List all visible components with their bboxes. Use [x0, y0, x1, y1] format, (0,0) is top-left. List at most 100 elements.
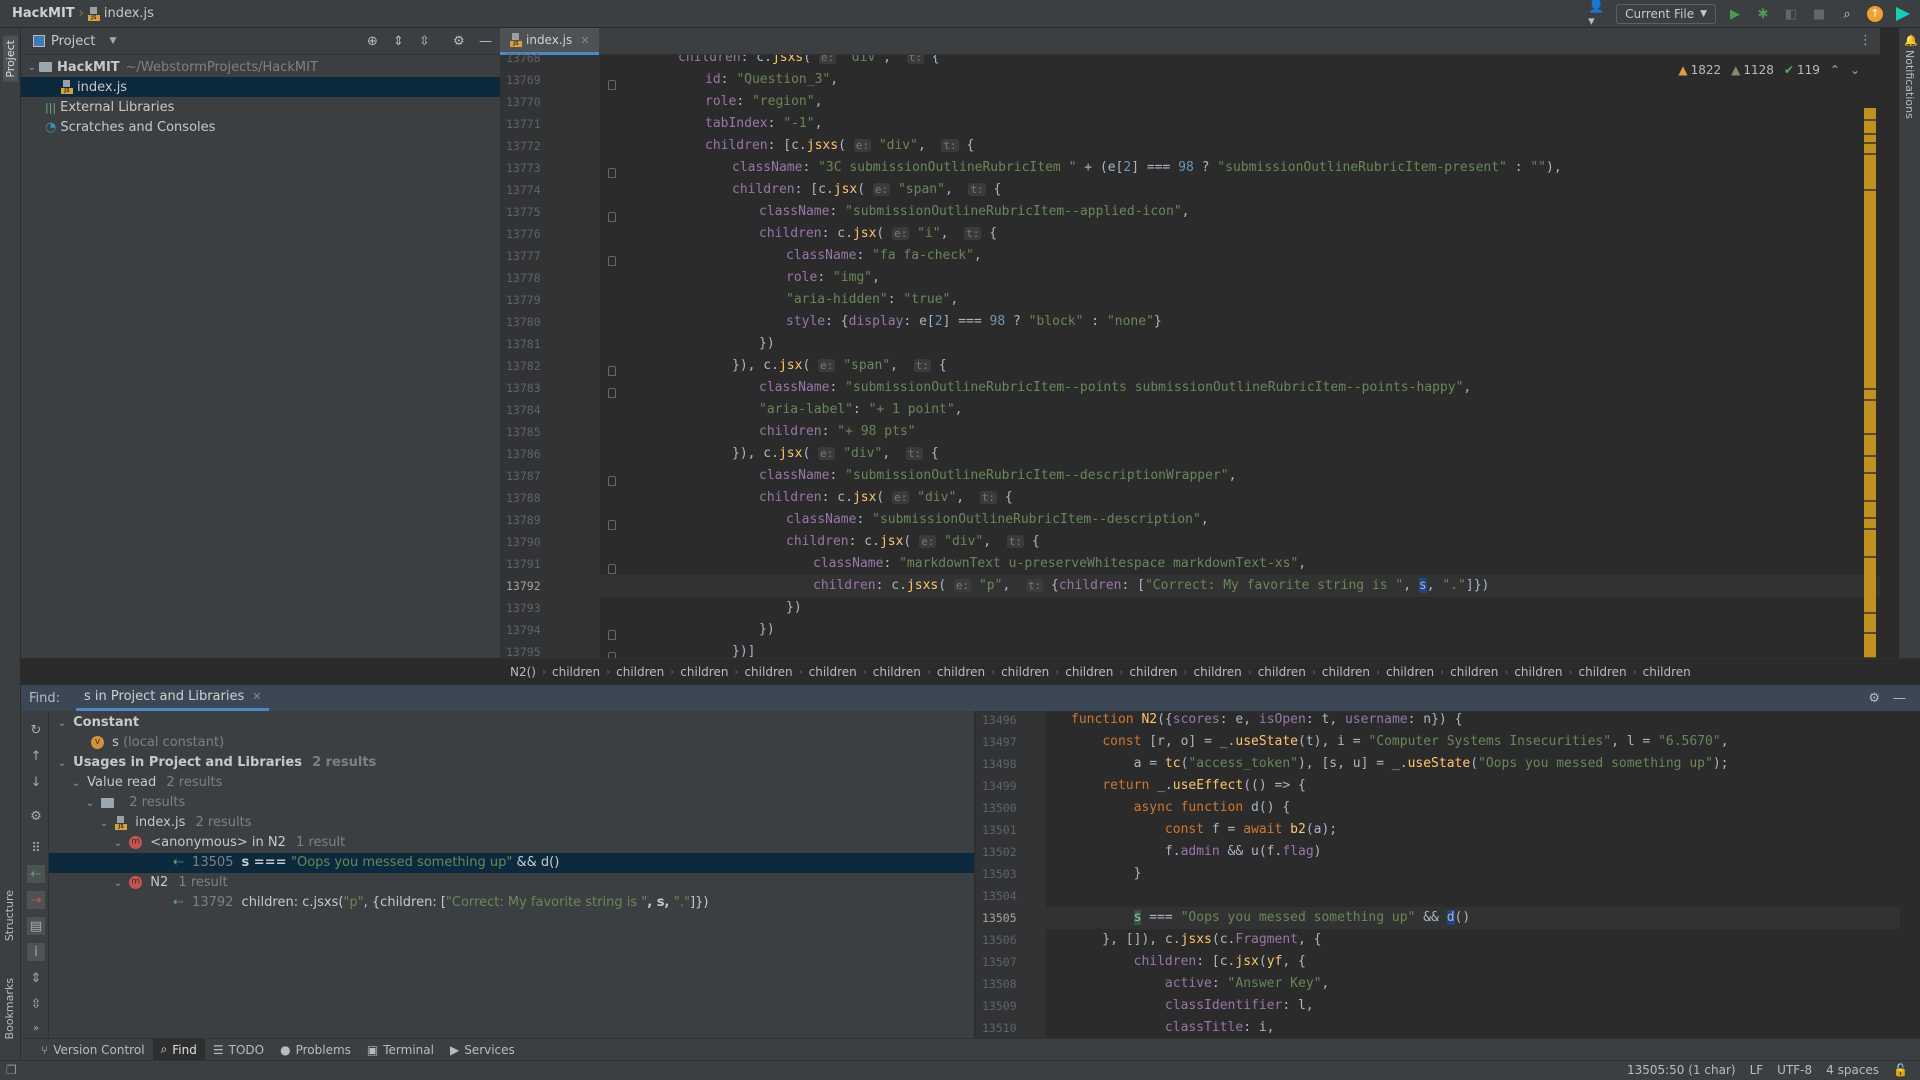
code-area[interactable]: children: c.jsxs( e: "div", t: {id: "Que…	[500, 55, 1880, 658]
tree-node-folder[interactable]: ⌄ 2 results	[49, 793, 974, 813]
inspection-widget[interactable]: ▲ 1822 ▲ 1128 ✔ 119 ⌃ ⌄	[1678, 55, 1880, 85]
lock-icon[interactable]: 🔓	[1893, 1063, 1908, 1077]
error-stripe-mark[interactable]	[1864, 432, 1876, 435]
tree-node-constant-s[interactable]: v s (local constant)	[49, 733, 974, 753]
breadcrumb-item[interactable]: children	[1643, 665, 1691, 679]
breadcrumb-item[interactable]: children	[1258, 665, 1306, 679]
chevron-down-icon[interactable]: ⌄	[111, 874, 125, 894]
locate-icon[interactable]: ⊕	[367, 34, 378, 49]
webstorm-logo-icon[interactable]	[1894, 5, 1912, 23]
error-stripe-mark[interactable]	[1864, 189, 1876, 192]
expand-all-icon[interactable]: ⇕	[393, 34, 404, 49]
chevron-down-icon[interactable]: ⌄	[97, 814, 111, 834]
breadcrumb-item[interactable]: children	[1065, 665, 1113, 679]
tree-item-scratches[interactable]: ◔ Scratches and Consoles	[21, 117, 500, 137]
indent-setting[interactable]: 4 spaces	[1826, 1063, 1879, 1077]
next-highlight-icon[interactable]: ⌄	[1850, 63, 1860, 77]
breadcrumb-item[interactable]: children	[1450, 665, 1498, 679]
chevron-down-icon[interactable]: ⌄	[83, 794, 97, 814]
collapse-all-icon[interactable]: ⇳	[27, 995, 45, 1013]
read-access-icon[interactable]: ⇠	[27, 865, 45, 883]
breadcrumb-item[interactable]: children	[1578, 665, 1626, 679]
tree-node-constant[interactable]: ⌄ Constant	[49, 713, 974, 733]
error-stripe-mark[interactable]	[1864, 516, 1876, 519]
group-by-icon[interactable]: ⠿	[27, 839, 45, 857]
gear-icon[interactable]: ⚙	[1868, 691, 1880, 706]
close-icon[interactable]: ✕	[252, 690, 261, 703]
breadcrumb-item[interactable]: children	[1001, 665, 1049, 679]
search-icon[interactable]: ⌕	[1838, 5, 1856, 23]
layout-icon[interactable]: ❐	[6, 1063, 17, 1077]
tool-window-todo[interactable]: ☰ TODO	[205, 1039, 272, 1061]
error-stripe-mark[interactable]	[1864, 119, 1876, 122]
tree-node-file[interactable]: ⌄ index.js 2 results	[49, 813, 974, 833]
usage-result-13792[interactable]: ⇠ 13792 children: c.jsxs("p", {children:…	[49, 893, 974, 913]
chevron-down-icon[interactable]: ⌄	[55, 754, 69, 774]
run-icon[interactable]: ▶	[1726, 5, 1744, 23]
chevron-down-icon[interactable]: ▼	[109, 36, 116, 46]
project-tool-button[interactable]: Project	[3, 36, 18, 82]
error-stripe-mark[interactable]	[1864, 133, 1876, 136]
rerun-icon[interactable]: ↻	[27, 721, 45, 739]
usage-result-13505[interactable]: ⇠ 13505 s === "Oops you messed something…	[49, 853, 974, 873]
error-stripe-mark[interactable]	[1864, 556, 1876, 558]
error-stripe-scrollbar[interactable]	[1864, 108, 1876, 668]
notifications-tool-button[interactable]: Notifications	[1903, 50, 1916, 119]
breadcrumb-item[interactable]: children	[1194, 665, 1242, 679]
error-stripe-mark[interactable]	[1864, 399, 1876, 402]
bookmarks-tool-button[interactable]: Bookmarks	[3, 978, 16, 1039]
breadcrumb-item[interactable]: children	[1514, 665, 1562, 679]
caret-position[interactable]: 13505:50 (1 char)	[1627, 1063, 1736, 1077]
tool-window-services[interactable]: ▶ Services	[442, 1039, 523, 1061]
tool-window-problems[interactable]: ● Problems	[272, 1039, 359, 1061]
breadcrumb-item[interactable]: children	[616, 665, 664, 679]
nav-file[interactable]: index.js	[104, 6, 154, 21]
structure-tool-button[interactable]: Structure	[3, 890, 16, 941]
more-icon[interactable]: »	[27, 1019, 45, 1037]
error-stripe-mark[interactable]	[1864, 631, 1876, 634]
error-stripe-mark[interactable]	[1864, 388, 1876, 390]
minimize-icon[interactable]: —	[1893, 691, 1906, 706]
chevron-down-icon[interactable]: ⌄	[69, 774, 83, 794]
project-view-select[interactable]: Project	[51, 34, 95, 49]
next-occurrence-icon[interactable]: ↓	[27, 773, 45, 791]
breadcrumb-item[interactable]: children	[1322, 665, 1370, 679]
breadcrumb-item[interactable]: children	[937, 665, 985, 679]
tree-item-index-js[interactable]: index.js	[21, 77, 500, 97]
gear-icon[interactable]: ⚙	[453, 34, 465, 49]
write-access-icon[interactable]: ⇢	[27, 891, 45, 909]
tree-node-anonymous[interactable]: ⌄ m <anonymous> in N2 1 result	[49, 833, 974, 853]
tree-item-external-libraries[interactable]: ||| External Libraries	[21, 97, 500, 117]
user-icon[interactable]: 👤▾	[1588, 0, 1606, 29]
file-encoding[interactable]: UTF-8	[1777, 1063, 1812, 1077]
previous-highlight-icon[interactable]: ⌃	[1830, 63, 1840, 77]
error-stripe-mark[interactable]	[1864, 500, 1876, 502]
tree-node-value-read[interactable]: ⌄ Value read 2 results	[49, 773, 974, 793]
coverage-icon[interactable]: ◧	[1782, 5, 1800, 23]
line-separator[interactable]: LF	[1750, 1063, 1764, 1077]
close-icon[interactable]: ✕	[580, 34, 589, 47]
tool-window-find[interactable]: ⌕ Find	[152, 1038, 205, 1061]
breadcrumb-item[interactable]: children	[680, 665, 728, 679]
update-icon[interactable]: ↑	[1866, 5, 1884, 23]
chevron-down-icon[interactable]: ⌄	[25, 62, 39, 73]
collapse-all-icon[interactable]: ⇳	[419, 34, 430, 49]
breadcrumb-item[interactable]: children	[552, 665, 600, 679]
stop-icon[interactable]: ■	[1810, 5, 1828, 23]
run-config-select[interactable]: Current File ▼	[1616, 4, 1716, 24]
usage-preview-editor[interactable]: 13496 13497 13498 13499 13500 13501 13502 13503…	[975, 711, 1900, 1038]
breadcrumb-item[interactable]: children	[809, 665, 857, 679]
breadcrumb-item[interactable]: children	[1129, 665, 1177, 679]
breadcrumb-item[interactable]: children	[1386, 665, 1434, 679]
breadcrumb-item[interactable]: children	[873, 665, 921, 679]
settings-icon[interactable]: ⚙	[27, 807, 45, 825]
error-stripe-mark[interactable]	[1864, 472, 1876, 474]
info-icon[interactable]: i	[27, 943, 45, 961]
group-by-directory-icon[interactable]: ▤	[27, 917, 45, 935]
previous-occurrence-icon[interactable]: ↑	[27, 747, 45, 765]
nav-project[interactable]: HackMIT	[12, 6, 75, 21]
more-options-icon[interactable]: ⋮	[1859, 33, 1872, 48]
error-stripe-mark[interactable]	[1864, 152, 1876, 155]
tree-item-project-root[interactable]: ⌄ HackMIT ~/WebstormProjects/HackMIT	[21, 57, 500, 77]
chevron-down-icon[interactable]: ⌄	[55, 714, 69, 734]
